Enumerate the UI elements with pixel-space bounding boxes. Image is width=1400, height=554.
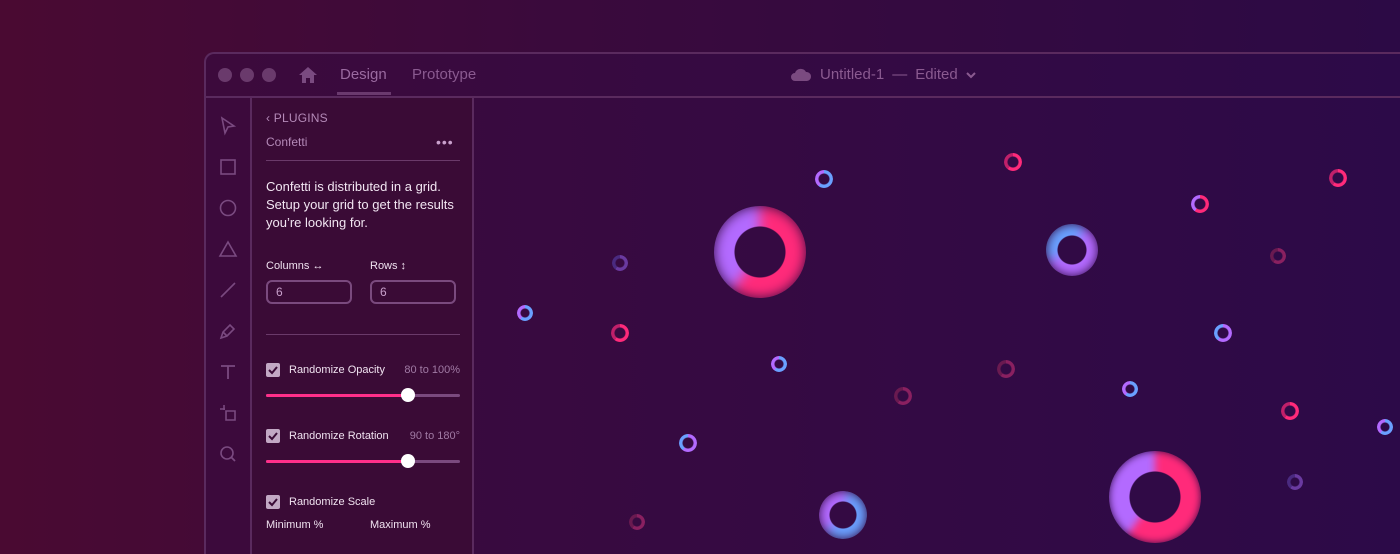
plugin-title: Confetti	[266, 135, 308, 149]
confetti-piece	[771, 356, 787, 372]
confetti-piece	[997, 360, 1015, 378]
tools-toolbar	[206, 98, 252, 554]
zoom-icon[interactable]	[218, 444, 238, 464]
home-icon[interactable]	[298, 66, 318, 84]
close-window-button[interactable]	[218, 68, 232, 82]
line-icon[interactable]	[218, 280, 238, 300]
chevron-down-icon	[966, 71, 976, 78]
active-tab-indicator	[337, 92, 391, 95]
maximize-window-button[interactable]	[262, 68, 276, 82]
confetti-piece	[611, 324, 629, 342]
tab-prototype[interactable]: Prototype	[412, 66, 476, 83]
confetti-piece	[1122, 381, 1138, 397]
confetti-piece	[1214, 324, 1232, 342]
select-icon[interactable]	[218, 116, 238, 136]
title-separator: —	[892, 66, 908, 83]
checkmark-icon	[268, 366, 278, 375]
minimize-window-button[interactable]	[240, 68, 254, 82]
checkmark-icon	[268, 432, 278, 441]
opacity-slider[interactable]	[266, 388, 460, 402]
cloud-icon	[791, 68, 812, 81]
plugin-description: Confetti is distributed in a grid. Setup…	[266, 179, 454, 230]
app-window: Design Prototype Untitled-1 — Edited ‹ P…	[204, 52, 1400, 554]
randomize-scale-label: Randomize Scale	[289, 496, 376, 508]
randomize-scale-checkbox[interactable]	[266, 495, 280, 509]
confetti-piece	[1270, 248, 1286, 264]
plugin-panel: ‹ PLUGINS Confetti ••• Confetti is distr…	[252, 98, 474, 554]
triangle-icon[interactable]	[218, 239, 238, 259]
more-options-icon[interactable]: •••	[436, 134, 454, 150]
confetti-piece	[894, 387, 912, 405]
rotation-range-value: 90 to 180°	[409, 430, 460, 442]
confetti-piece	[517, 305, 533, 321]
minimum-percent-label: Minimum %	[266, 519, 324, 531]
randomize-opacity-checkbox[interactable]	[266, 363, 280, 377]
confetti-piece	[1281, 402, 1299, 420]
confetti-piece	[1109, 451, 1201, 543]
document-name: Untitled-1	[820, 66, 885, 83]
confetti-piece	[612, 255, 628, 271]
panel-divider	[266, 160, 460, 161]
document-status: Edited	[915, 66, 958, 83]
rows-input[interactable]: 6	[370, 280, 456, 304]
rows-label: Rows ↕	[370, 260, 407, 272]
artboard-icon[interactable]	[218, 403, 238, 423]
back-label: PLUGINS	[273, 111, 328, 125]
confetti-piece	[1287, 474, 1303, 490]
opacity-range-value: 80 to 100%	[404, 364, 460, 376]
confetti-piece	[1004, 153, 1022, 171]
opacity-slider-thumb[interactable]	[400, 388, 415, 402]
columns-label: Columns ↔	[266, 260, 324, 272]
confetti-piece	[629, 514, 645, 530]
document-title-menu[interactable]: Untitled-1 — Edited	[790, 66, 976, 83]
confetti-piece	[1377, 419, 1393, 435]
checkmark-icon	[268, 498, 278, 507]
chevron-left-icon: ‹	[266, 111, 271, 125]
back-to-plugins-link[interactable]: ‹ PLUGINS	[266, 111, 328, 125]
rotation-slider-fill	[266, 460, 408, 463]
confetti-piece	[714, 206, 806, 298]
rotation-slider[interactable]	[266, 454, 460, 468]
opacity-slider-fill	[266, 394, 408, 397]
columns-input[interactable]: 6	[266, 280, 352, 304]
rectangle-icon[interactable]	[218, 157, 238, 177]
panel-divider	[266, 334, 460, 335]
tab-design[interactable]: Design	[340, 66, 387, 83]
rotation-slider-thumb[interactable]	[400, 454, 415, 468]
title-bar: Design Prototype Untitled-1 — Edited	[206, 54, 1400, 98]
pen-icon[interactable]	[218, 321, 238, 341]
confetti-piece	[1191, 195, 1209, 213]
confetti-piece	[679, 434, 697, 452]
randomize-rotation-checkbox[interactable]	[266, 429, 280, 443]
randomize-rotation-label: Randomize Rotation	[289, 430, 389, 442]
confetti-piece	[815, 170, 833, 188]
confetti-piece	[1329, 169, 1347, 187]
maximum-percent-label: Maximum %	[370, 519, 431, 531]
randomize-opacity-label: Randomize Opacity	[289, 364, 385, 376]
ellipse-icon[interactable]	[218, 198, 238, 218]
text-icon[interactable]	[218, 362, 238, 382]
